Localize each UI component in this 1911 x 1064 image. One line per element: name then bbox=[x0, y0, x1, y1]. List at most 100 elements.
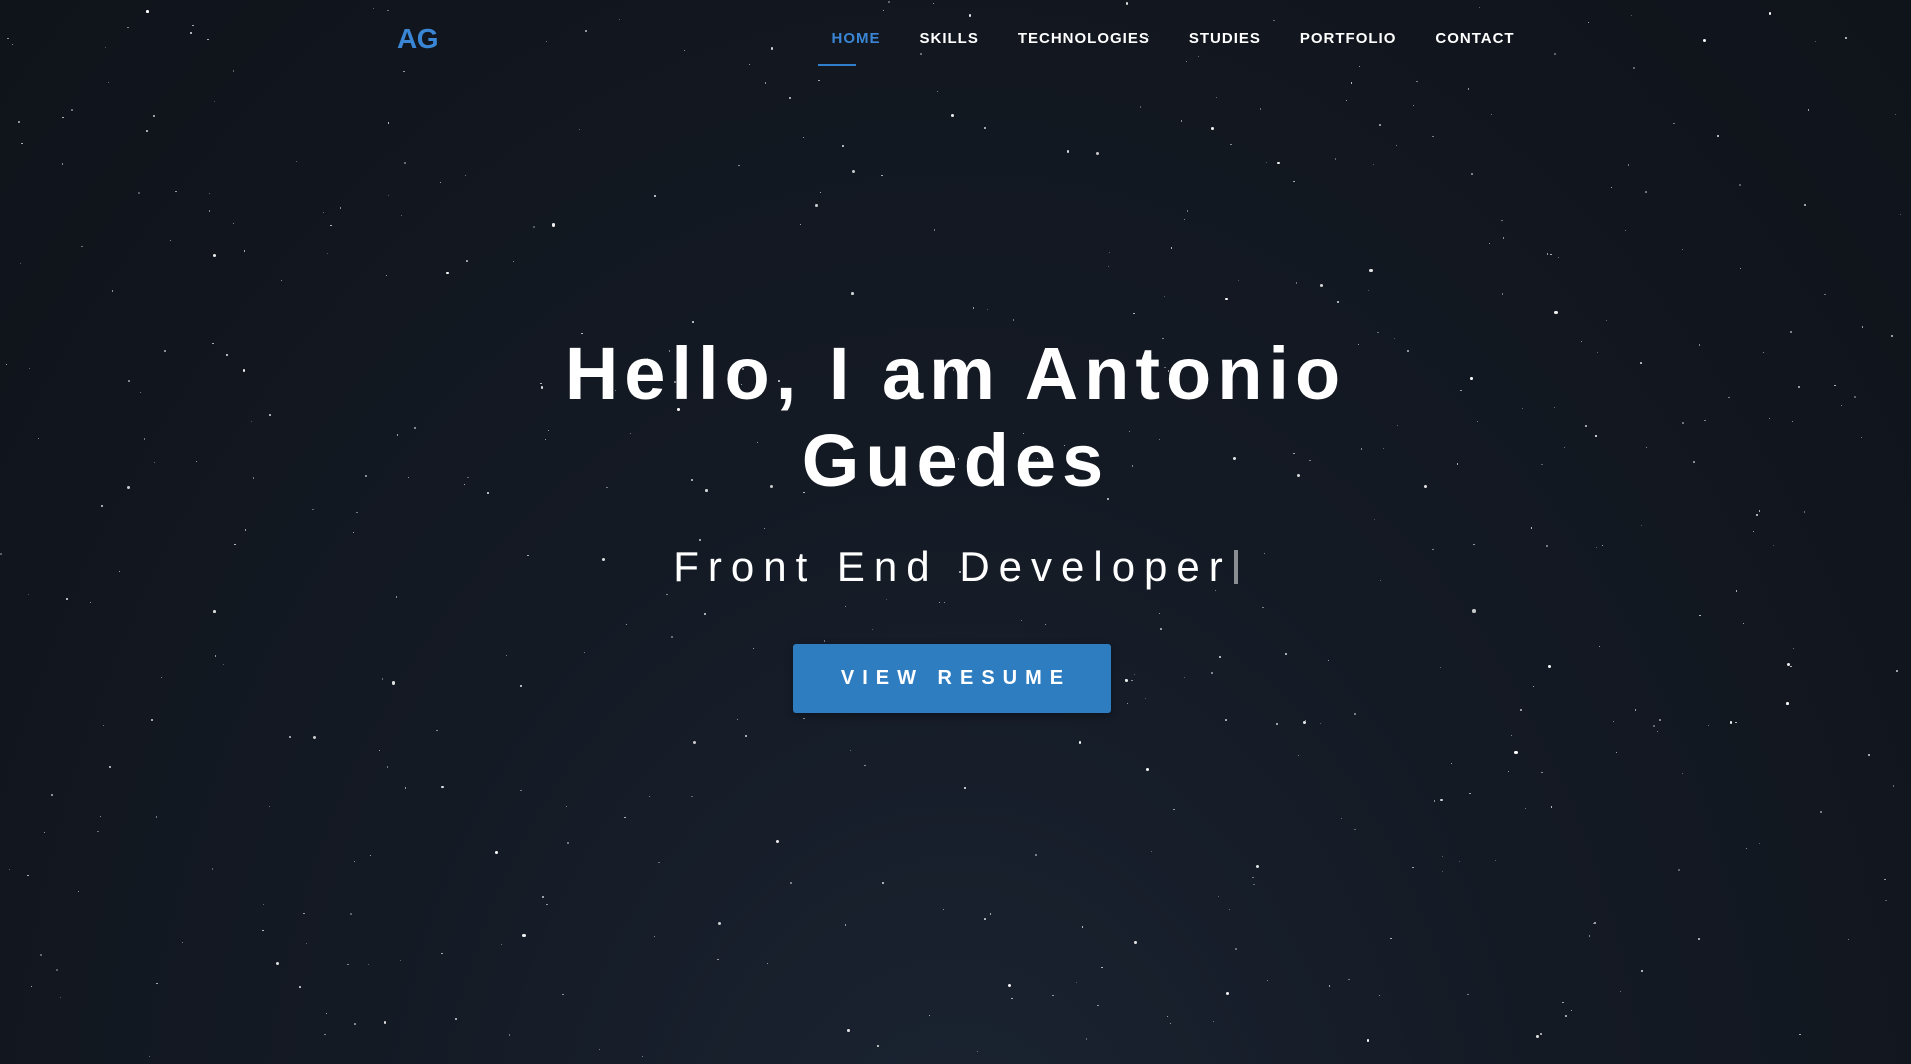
star-dot bbox=[324, 1033, 326, 1036]
hero-subtitle-wrapper: Front End Developer bbox=[0, 542, 1911, 592]
typing-cursor bbox=[1233, 550, 1238, 584]
star-dot bbox=[1095, 151, 1099, 155]
star-dot bbox=[820, 192, 822, 194]
star-dot bbox=[208, 210, 211, 212]
nav-item-label: HOME bbox=[831, 30, 881, 47]
star-dot bbox=[347, 963, 349, 966]
star-dot bbox=[1101, 966, 1103, 969]
star-dot bbox=[641, 1055, 644, 1058]
star-dot bbox=[1139, 106, 1142, 108]
star-dot bbox=[626, 624, 628, 626]
star-dot bbox=[1066, 150, 1070, 153]
star-dot bbox=[1328, 985, 1331, 987]
star-dot bbox=[1284, 652, 1288, 656]
star-dot bbox=[1867, 754, 1870, 757]
nav-item-home[interactable]: HOME bbox=[817, 30, 881, 66]
star-dot bbox=[943, 908, 945, 910]
star-dot bbox=[1807, 109, 1810, 111]
star-dot bbox=[213, 101, 215, 103]
star-dot bbox=[984, 918, 986, 920]
star-dot bbox=[111, 289, 114, 292]
star-dot bbox=[1439, 667, 1442, 669]
star-dot bbox=[1472, 609, 1476, 613]
star-dot bbox=[1412, 866, 1414, 869]
star-dot bbox=[151, 718, 154, 721]
star-dot bbox=[1739, 184, 1741, 186]
nav-item-contact[interactable]: CONTACT bbox=[1435, 30, 1514, 47]
star-dot bbox=[81, 245, 83, 248]
nav-item-label: PORTFOLIO bbox=[1299, 30, 1397, 47]
star-dot bbox=[1619, 990, 1622, 993]
nav-item-studies[interactable]: STUDIES bbox=[1189, 30, 1261, 47]
nav-menu: HOME SKILLS TECHNOLOGIES STUDIES PORTFOL… bbox=[812, 30, 1534, 66]
star-dot bbox=[146, 130, 148, 132]
nav-item-technologies[interactable]: TECHNOLOGIES bbox=[1018, 30, 1150, 47]
star-dot bbox=[736, 718, 738, 720]
star-dot bbox=[815, 204, 818, 207]
star-dot bbox=[1277, 161, 1280, 164]
star-dot bbox=[1799, 1034, 1801, 1036]
star-dot bbox=[383, 1021, 387, 1025]
star-dot bbox=[764, 82, 767, 84]
star-dot bbox=[1500, 219, 1503, 222]
star-dot bbox=[1336, 300, 1340, 304]
star-dot bbox=[381, 678, 383, 680]
star-dot bbox=[1645, 191, 1647, 193]
nav-item-portfolio[interactable]: PORTFOLIO bbox=[1300, 30, 1397, 47]
star-dot bbox=[666, 593, 668, 596]
star-dot bbox=[752, 647, 755, 649]
star-dot bbox=[1262, 606, 1264, 609]
star-dot bbox=[1265, 161, 1267, 164]
star-dot bbox=[370, 854, 372, 857]
star-dot bbox=[1267, 979, 1269, 982]
star-dot bbox=[1657, 730, 1659, 732]
star-dot bbox=[598, 1048, 601, 1051]
star-dot bbox=[717, 921, 721, 926]
star-dot bbox=[1412, 104, 1415, 107]
star-dot bbox=[65, 598, 68, 601]
star-dot bbox=[1599, 646, 1601, 648]
star-dot bbox=[1109, 251, 1111, 253]
star-dot bbox=[1319, 722, 1322, 725]
star-dot bbox=[1341, 818, 1343, 820]
star-dot bbox=[1211, 127, 1215, 131]
star-dot bbox=[97, 830, 99, 833]
star-dot bbox=[1682, 249, 1684, 251]
star-dot bbox=[1729, 721, 1733, 724]
star-dot bbox=[1742, 622, 1745, 625]
star-dot bbox=[567, 842, 569, 844]
star-dot bbox=[1366, 1039, 1370, 1042]
star-dot bbox=[1011, 997, 1013, 1000]
star-dot bbox=[1255, 865, 1260, 869]
star-dot bbox=[213, 610, 216, 613]
star-dot bbox=[928, 1014, 931, 1017]
star-dot bbox=[350, 913, 352, 915]
star-dot bbox=[1252, 877, 1254, 879]
star-dot bbox=[717, 958, 719, 961]
star-dot bbox=[1184, 219, 1186, 221]
star-dot bbox=[386, 766, 389, 768]
star-dot bbox=[1295, 282, 1298, 284]
nav-item-skills[interactable]: SKILLS bbox=[920, 30, 979, 47]
star-dot bbox=[43, 831, 46, 834]
star-dot bbox=[368, 963, 370, 965]
star-dot bbox=[31, 985, 33, 988]
star-dot bbox=[1550, 253, 1552, 256]
star-dot bbox=[1627, 164, 1630, 166]
star-dot bbox=[1502, 237, 1505, 239]
star-dot bbox=[976, 1050, 979, 1053]
star-dot bbox=[1369, 268, 1373, 273]
star-dot bbox=[1167, 1015, 1169, 1017]
site-logo[interactable]: AG bbox=[397, 23, 439, 55]
star-dot bbox=[520, 685, 523, 688]
star-dot bbox=[327, 252, 329, 254]
star-dot bbox=[851, 292, 854, 295]
star-dot bbox=[1225, 297, 1228, 300]
star-dot bbox=[1133, 312, 1135, 315]
star-dot bbox=[1659, 718, 1661, 721]
view-resume-button[interactable]: VIEW RESUME bbox=[793, 644, 1111, 713]
star-dot bbox=[27, 874, 29, 877]
star-dot bbox=[1150, 850, 1153, 853]
star-dot bbox=[1451, 762, 1453, 764]
star-dot bbox=[209, 192, 211, 194]
